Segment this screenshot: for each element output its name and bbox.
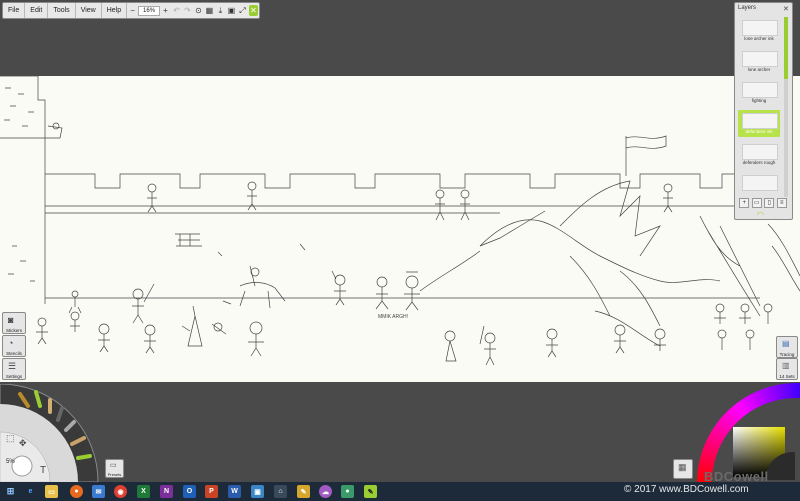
redo-icon[interactable]: ↷ bbox=[183, 5, 192, 16]
sets-label: 14 Sets bbox=[779, 374, 795, 379]
undo-icon[interactable]: ↶ bbox=[172, 5, 181, 16]
close-icon[interactable]: ✕ bbox=[783, 5, 789, 13]
thunderbird-icon[interactable]: ✉ bbox=[92, 485, 105, 498]
pinned-app-icon[interactable]: ● bbox=[341, 485, 354, 498]
brush-size: 5% bbox=[6, 459, 15, 465]
zoom-out-button[interactable]: − bbox=[128, 5, 137, 16]
download-icon[interactable]: ⤓ bbox=[216, 5, 225, 16]
layer-thumbnail bbox=[742, 82, 778, 98]
sliders-icon: ☰ bbox=[8, 361, 17, 371]
menu-file[interactable]: File bbox=[3, 3, 26, 18]
car-icon: ◙ bbox=[8, 315, 14, 325]
layer-fighting[interactable]: fighting bbox=[738, 79, 780, 106]
trash-icon[interactable]: ▯ bbox=[764, 198, 775, 208]
folder-icon[interactable]: ▭ bbox=[751, 198, 762, 208]
menu-edit[interactable]: Edit bbox=[25, 3, 49, 18]
word-icon[interactable]: W bbox=[228, 485, 241, 498]
remote-desktop-icon[interactable]: ▣ bbox=[251, 485, 264, 498]
layer-label: fighting bbox=[751, 98, 767, 103]
copic-library-button[interactable]: ▦ bbox=[673, 459, 693, 479]
menu-icon[interactable]: ≡ bbox=[776, 198, 787, 208]
layer-partial[interactable] bbox=[738, 172, 780, 192]
text-tool-icon[interactable]: T bbox=[40, 465, 46, 476]
cloud-icon[interactable]: ☁ bbox=[319, 485, 332, 498]
excel-icon[interactable]: X bbox=[137, 485, 150, 498]
presets-icon: ▭ bbox=[110, 462, 117, 469]
tracing-button[interactable]: ▤ Tracing bbox=[776, 336, 798, 358]
brush-palette[interactable] bbox=[0, 384, 105, 482]
windows-icon[interactable]: ⊞ bbox=[4, 485, 17, 498]
outlook-icon[interactable]: O bbox=[183, 485, 196, 498]
layer-thumbnail bbox=[742, 144, 778, 160]
layer-label: lone archer bbox=[747, 67, 771, 72]
layer-lone-archer[interactable]: lone archer bbox=[738, 48, 780, 75]
settings-button[interactable]: ☰ Settings bbox=[2, 358, 26, 380]
powerpoint-icon[interactable]: P bbox=[205, 485, 218, 498]
layer-thumbnail bbox=[742, 175, 778, 191]
layer-thumbnail bbox=[742, 113, 778, 129]
tracing-label: Tracing bbox=[779, 352, 795, 357]
stencils-button[interactable]: ◔ Stencils bbox=[2, 335, 26, 357]
layer-label: lone archer ink bbox=[744, 36, 774, 41]
sets-button[interactable]: ▥ 14 Sets bbox=[776, 358, 798, 380]
presets-label: Presets bbox=[107, 472, 122, 477]
selection-icon[interactable]: ⬚ bbox=[6, 433, 15, 444]
layer-lone-archer-ink[interactable]: lone archer ink bbox=[738, 17, 780, 44]
tracing-icon: ▤ bbox=[782, 339, 790, 348]
brush-sets-icon: ▥ bbox=[782, 361, 790, 370]
copyright-text: © 2017 www.BDCowell.com bbox=[624, 484, 749, 495]
presets-button[interactable]: ▭ Presets bbox=[105, 459, 124, 478]
grid-swatch-icon: ▦ bbox=[678, 462, 687, 472]
drawing-canvas[interactable]: MMIK ARGH! bbox=[0, 76, 800, 382]
grid-icon[interactable]: ▦ bbox=[205, 5, 214, 16]
file-explorer-icon[interactable]: ▭ bbox=[45, 485, 58, 498]
transform-icon[interactable]: ▣ bbox=[227, 5, 236, 16]
zoom-level[interactable]: 16% bbox=[138, 5, 160, 16]
layer-defenders-rough[interactable]: defenders rough bbox=[738, 141, 780, 168]
collapse-toolbar-icon[interactable]: ✕ bbox=[248, 5, 258, 16]
stencil-icon: ◔ bbox=[8, 338, 14, 348]
stickers-label: Stickers bbox=[5, 328, 22, 333]
wifi-icon: ◠ bbox=[757, 210, 764, 219]
menu-view[interactable]: View bbox=[76, 3, 102, 18]
stencils-label: Stencils bbox=[6, 351, 22, 356]
transform-tool-icon[interactable]: ✥ bbox=[19, 438, 27, 449]
brush-picker-icon[interactable]: ⊙ bbox=[194, 5, 203, 16]
layers-panel: Layers ✕ lone archer ink lone archer fig… bbox=[734, 2, 793, 220]
layers-scroll-thumb[interactable] bbox=[784, 17, 788, 79]
layer-thumbnail bbox=[742, 20, 778, 36]
chrome-icon[interactable]: ◉ bbox=[114, 485, 127, 498]
menu-tools[interactable]: Tools bbox=[48, 3, 76, 18]
layer-tools: + ▭ ▯ ≡ bbox=[738, 198, 788, 208]
menu-help[interactable]: Help bbox=[102, 3, 128, 18]
layer-label: defenders rough bbox=[742, 160, 776, 165]
sketch-drawing: MMIK ARGH! bbox=[0, 76, 800, 366]
layer-thumbnail bbox=[742, 51, 778, 67]
sketch-caption: MMIK ARGH! bbox=[378, 314, 408, 320]
pencil-icon[interactable]: ✎ bbox=[297, 485, 310, 498]
zoom-in-button[interactable]: + bbox=[161, 5, 170, 16]
layer-label: defenders ink bbox=[745, 129, 773, 134]
layer-defenders-ink[interactable]: defenders ink bbox=[738, 110, 780, 137]
edge-icon[interactable]: e bbox=[24, 485, 37, 498]
ink-icon[interactable]: ⌂ bbox=[274, 485, 287, 498]
firefox-icon[interactable]: ● bbox=[70, 485, 83, 498]
stickers-button[interactable]: ◙ Stickers bbox=[2, 312, 26, 334]
sketchbook-icon[interactable]: ✎ bbox=[364, 485, 377, 498]
settings-label: Settings bbox=[5, 374, 23, 379]
fullscreen-icon[interactable]: ⤢ bbox=[238, 5, 247, 16]
top-toolbar: File Edit Tools View Help − 16% + ↶ ↷ ⊙ … bbox=[2, 2, 260, 19]
onenote-icon[interactable]: N bbox=[160, 485, 173, 498]
add-layer-icon[interactable]: + bbox=[739, 198, 750, 208]
